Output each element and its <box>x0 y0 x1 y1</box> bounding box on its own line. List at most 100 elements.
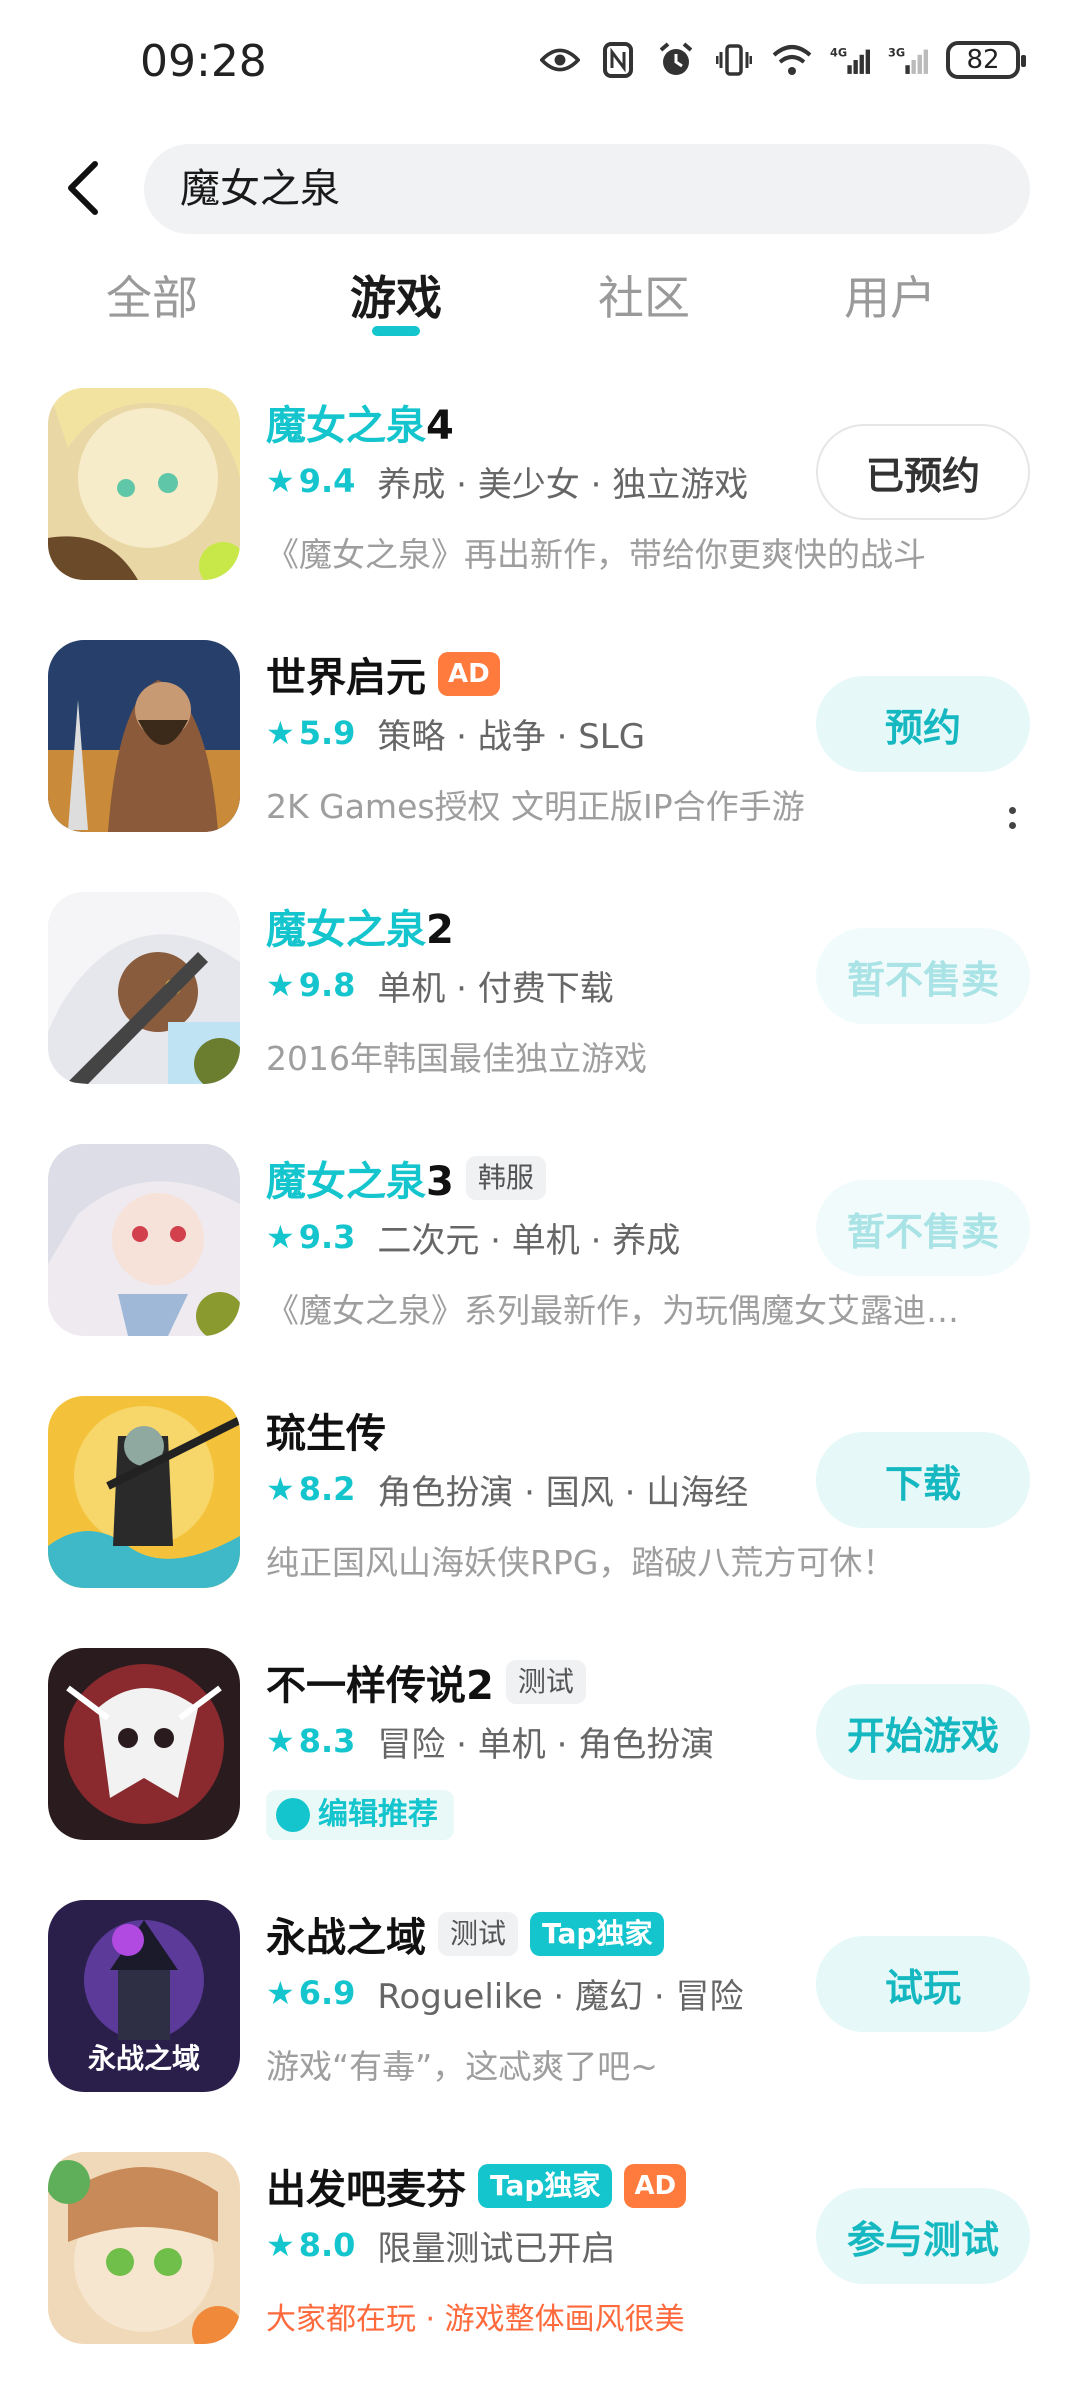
game-icon[interactable] <box>48 1396 240 1588</box>
game-description: 纯正国风山海妖侠RPG，踏破八荒方可休！ <box>266 1543 896 1582</box>
tab-active-indicator <box>372 326 420 336</box>
tab-users[interactable]: 用户 <box>800 262 980 334</box>
join-test-button[interactable]: 参与测试 <box>816 2188 1030 2284</box>
status-bar: 09:28 4G 3G 82 <box>0 0 1080 120</box>
status-icons: 4G 3G 82 <box>540 40 1026 80</box>
tap-exclusive-badge: Tap独家 <box>478 2164 613 2208</box>
download-button[interactable]: 下载 <box>816 1432 1030 1528</box>
back-button[interactable] <box>58 158 108 218</box>
game-tags: 养成 · 美少女 · 独立游戏 <box>377 464 749 505</box>
meta-row: ★ 9.3 二次元 · 单机 · 养成 <box>266 1214 681 1261</box>
rating: ★ 9.8 <box>266 966 355 1004</box>
game-title[interactable]: 世界启元 <box>266 645 426 703</box>
game-title[interactable]: 琉生传 <box>266 1401 386 1459</box>
game-title[interactable]: 出发吧麦芬 <box>266 2157 466 2215</box>
title-row: 永战之域 测试 Tap独家 <box>266 1905 665 1963</box>
editor-pick-badge: 编辑推荐 <box>266 1790 454 1840</box>
list-item[interactable]: 琉生传 ★ 8.2 角色扮演 · 国风 · 山海经 纯正国风山海妖侠RPG，踏破八… <box>0 1388 1080 1640</box>
rating-value: 8.2 <box>298 1470 356 1508</box>
search-input[interactable]: 魔女之泉 <box>144 144 1030 234</box>
rating: ★ 8.0 <box>266 2226 355 2264</box>
tab-community[interactable]: 社区 <box>554 262 734 334</box>
more-options-icon[interactable] <box>1002 798 1022 838</box>
game-description: 《魔女之泉》系列最新作，为玩偶魔女艾露迪… <box>266 1291 959 1330</box>
title-row: 出发吧麦芬 Tap独家 AD <box>266 2157 687 2215</box>
game-tags: 策略 · 战争 · SLG <box>377 716 646 757</box>
editor-pick-icon <box>276 1798 310 1832</box>
rating: ★ 8.3 <box>266 1722 355 1760</box>
list-item[interactable]: 世界启元 AD ★ 5.9 策略 · 战争 · SLG 2K Games授权 文明… <box>0 632 1080 884</box>
game-description: 《魔女之泉》再出新作，带给你更爽快的战斗 <box>266 535 926 574</box>
title-highlight: 魔女之泉 <box>266 907 426 953</box>
rating-value: 9.4 <box>298 462 356 500</box>
title-rest: 3 <box>426 1159 454 1205</box>
promo-text: 大家都在玩 · 游戏整体画风很美 <box>266 2302 685 2337</box>
game-icon[interactable] <box>48 640 240 832</box>
tab-games[interactable]: 游戏 <box>306 262 486 336</box>
title-rest: 2 <box>426 907 454 953</box>
game-tags: 单机 · 付费下载 <box>377 968 614 1009</box>
title-row: 魔女之泉4 <box>266 394 454 450</box>
ad-badge: AD <box>624 2164 687 2208</box>
search-tabs: 全部 游戏 社区 用户 <box>0 262 1080 342</box>
game-icon[interactable] <box>48 1648 240 1840</box>
rating: ★ 6.9 <box>266 1974 355 2012</box>
game-icon[interactable] <box>48 892 240 1084</box>
editor-pick-label: 编辑推荐 <box>318 1797 438 1832</box>
star-icon: ★ <box>266 966 295 1004</box>
game-title[interactable]: 魔女之泉3 <box>266 1149 454 1207</box>
game-icon[interactable] <box>48 1144 240 1336</box>
game-tags: 限量测试已开启 <box>377 2228 616 2269</box>
rating-value: 9.3 <box>298 1218 356 1256</box>
tab-label: 游戏 <box>350 271 442 325</box>
reserved-button[interactable]: 已预约 <box>816 424 1030 520</box>
svg-text:4G: 4G <box>830 47 847 60</box>
list-item[interactable]: 魔女之泉2 ★ 9.8 单机 · 付费下载 2016年韩国最佳独立游戏 暂不售卖 <box>0 884 1080 1136</box>
star-icon: ★ <box>266 2226 295 2264</box>
try-play-button[interactable]: 试玩 <box>816 1936 1030 2032</box>
game-tags: Roguelike · 魔幻 · 冒险 <box>377 1976 744 2017</box>
not-for-sale-button[interactable]: 暂不售卖 <box>816 1180 1030 1276</box>
meta-row: ★ 8.3 冒险 · 单机 · 角色扮演 <box>266 1718 714 1765</box>
game-title[interactable]: 魔女之泉4 <box>266 393 454 451</box>
meta-row: ★ 6.9 Roguelike · 魔幻 · 冒险 <box>266 1970 744 2017</box>
title-rest: 4 <box>426 403 454 449</box>
title-row: 魔女之泉3 韩服 <box>266 1150 546 1206</box>
meta-row: ★ 8.2 角色扮演 · 国风 · 山海经 <box>266 1466 748 1513</box>
title-highlight: 魔女之泉 <box>266 403 426 449</box>
star-icon: ★ <box>266 1722 295 1760</box>
signal-4g-icon: 4G <box>830 40 870 80</box>
test-badge: 测试 <box>505 1660 586 1704</box>
star-icon: ★ <box>266 714 295 752</box>
server-badge: 韩服 <box>465 1156 546 1200</box>
game-icon[interactable] <box>48 388 240 580</box>
game-title[interactable]: 不一样传说2 <box>266 1653 494 1711</box>
list-item[interactable]: 出发吧麦芬 Tap独家 AD ★ 8.0 限量测试已开启 大家都在玩 · 游戏整体… <box>0 2144 1080 2396</box>
not-for-sale-button[interactable]: 暂不售卖 <box>816 928 1030 1024</box>
game-icon[interactable]: 永战之域 <box>48 1900 240 2092</box>
start-game-button[interactable]: 开始游戏 <box>816 1684 1030 1780</box>
meta-row: ★ 5.9 策略 · 战争 · SLG <box>266 710 646 757</box>
game-tags: 二次元 · 单机 · 养成 <box>377 1220 681 1261</box>
tab-label: 社区 <box>598 271 690 325</box>
rating-value: 9.8 <box>298 966 356 1004</box>
status-time: 09:28 <box>140 36 267 87</box>
game-title[interactable]: 永战之域 <box>266 1905 426 1963</box>
eye-icon <box>540 40 580 80</box>
list-item[interactable]: 永战之域 永战之域 测试 Tap独家 ★ 6.9 Roguelike · 魔幻 ·… <box>0 1892 1080 2144</box>
reserve-button[interactable]: 预约 <box>816 676 1030 772</box>
rating-value: 8.0 <box>298 2226 356 2264</box>
list-item[interactable]: 魔女之泉4 ★ 9.4 养成 · 美少女 · 独立游戏 《魔女之泉》再出新作，带给… <box>0 380 1080 632</box>
list-item[interactable]: 不一样传说2 测试 ★ 8.3 冒险 · 单机 · 角色扮演 编辑推荐 开始游戏 <box>0 1640 1080 1892</box>
rating: ★ 8.2 <box>266 1470 355 1508</box>
test-badge: 测试 <box>438 1912 519 1956</box>
game-description: 2K Games授权 文明正版IP合作手游 <box>266 787 805 826</box>
game-icon[interactable] <box>48 2152 240 2344</box>
tab-all[interactable]: 全部 <box>62 262 242 334</box>
list-item[interactable]: 魔女之泉3 韩服 ★ 9.3 二次元 · 单机 · 养成 《魔女之泉》系列最新作，… <box>0 1136 1080 1388</box>
rating-value: 5.9 <box>298 714 356 752</box>
game-description: 游戏“有毒”，这忒爽了吧~ <box>266 2047 658 2086</box>
game-title[interactable]: 魔女之泉2 <box>266 897 454 955</box>
meta-row: ★ 8.0 限量测试已开启 <box>266 2222 616 2269</box>
tab-label: 用户 <box>844 271 936 325</box>
